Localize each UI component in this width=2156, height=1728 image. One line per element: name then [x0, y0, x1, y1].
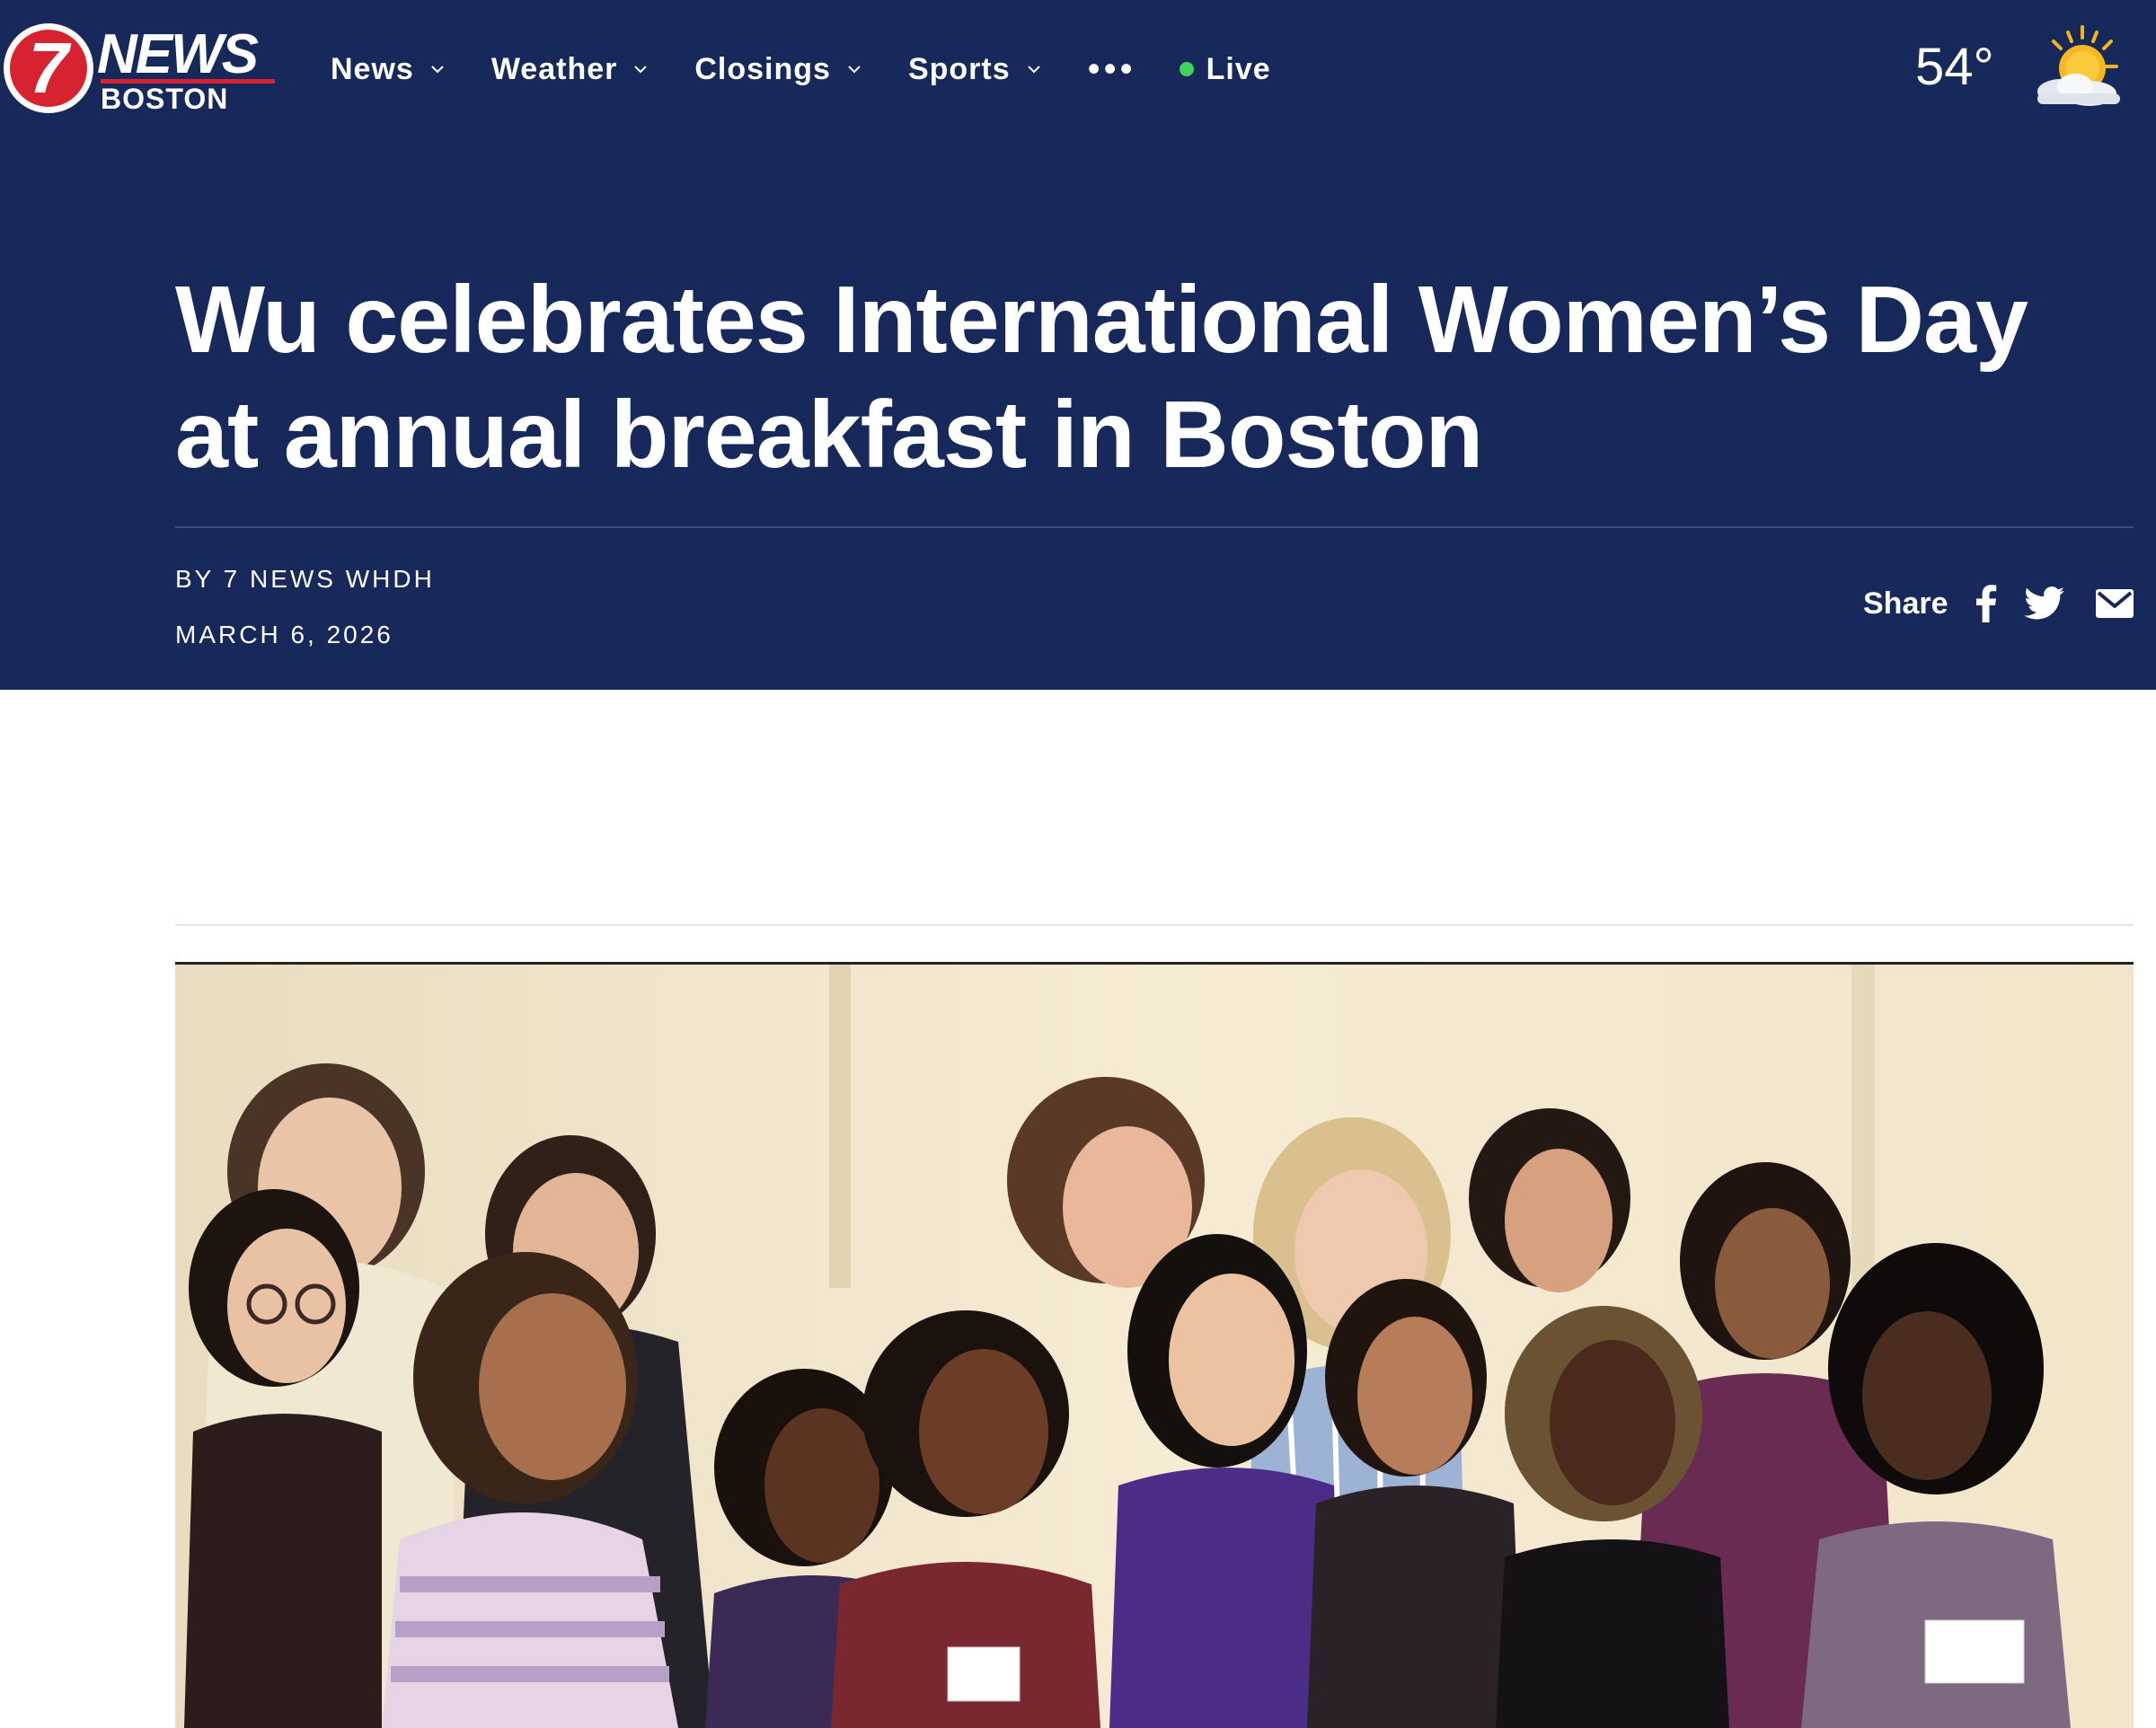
nav-item-label: Closings: [694, 51, 831, 86]
nav-item-sports[interactable]: Sports: [908, 52, 1043, 87]
site-logo[interactable]: 7 NEWS BOSTON: [4, 23, 275, 117]
share-bar: Share: [1863, 584, 2134, 623]
partly-sunny-icon[interactable]: [2027, 22, 2125, 111]
nav-item-closings[interactable]: Closings: [694, 52, 863, 87]
article-hero: 7 NEWS BOSTON News Weather Closings Spor…: [0, 0, 2156, 690]
divider: [175, 924, 2134, 926]
group-photo: [175, 965, 2134, 1728]
article-date: MARCH 6, 2026: [175, 621, 393, 648]
logo-number: 7: [28, 28, 69, 108]
logo-city: BOSTON: [101, 83, 229, 115]
share-label: Share: [1863, 586, 1948, 621]
facebook-icon[interactable]: [1975, 585, 1997, 622]
main-nav: News Weather Closings Sports ••• Live: [331, 47, 1271, 92]
twitter-icon[interactable]: [2023, 586, 2065, 621]
live-label: Live: [1206, 51, 1271, 86]
nav-item-label: Sports: [907, 51, 1011, 86]
chevron-down-icon: [431, 66, 444, 74]
live-indicator-dot: [1179, 62, 1194, 76]
weather-temperature[interactable]: 54°: [1915, 36, 1994, 99]
divider: [175, 526, 2134, 528]
email-icon[interactable]: [2095, 589, 2134, 618]
article-headline: Wu celebrates International Women’s Day …: [175, 267, 2028, 488]
nav-item-weather[interactable]: Weather: [491, 52, 650, 87]
article-byline: BY 7 NEWS WHDH: [175, 565, 435, 593]
nav-item-label: Weather: [490, 51, 618, 86]
chevron-down-icon: [634, 66, 648, 74]
chevron-down-icon: [848, 66, 861, 74]
article-photo[interactable]: [175, 962, 2134, 1728]
logo-wordmark: NEWS: [97, 23, 259, 85]
chevron-down-icon: [1027, 66, 1040, 74]
nav-item-label: News: [331, 51, 414, 86]
nav-item-news[interactable]: News: [331, 52, 446, 87]
more-menu-button[interactable]: •••: [1088, 51, 1136, 87]
live-link[interactable]: Live: [1179, 51, 1271, 87]
